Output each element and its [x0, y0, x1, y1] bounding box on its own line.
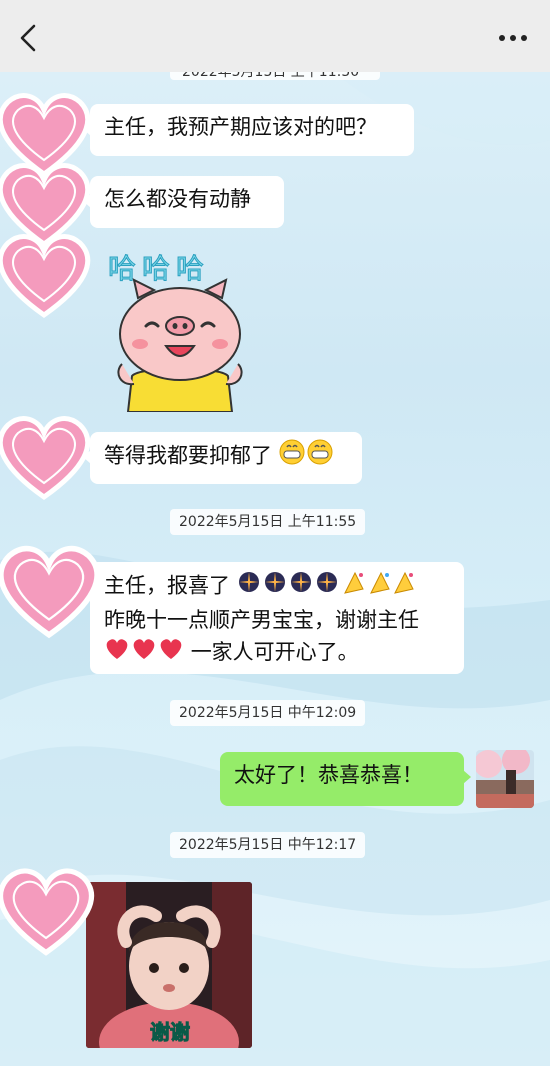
grin-emoji-icon — [279, 439, 335, 474]
message-text: 主任，我预产期应该对的吧？ — [104, 115, 377, 139]
more-dots-icon[interactable] — [496, 26, 530, 50]
timestamp: 2022年5月15日 中午12:09 — [170, 700, 366, 726]
message-line: 一家人可开心了。 — [104, 636, 450, 670]
heart-avatar[interactable] — [0, 540, 104, 644]
baby-photo[interactable]: 谢谢 — [86, 882, 252, 1048]
self-avatar[interactable] — [476, 750, 534, 808]
photo-caption: 谢谢 — [150, 1020, 191, 1045]
message-bubble[interactable]: 怎么都没有动静 — [83, 176, 284, 228]
timestamp-text: 2022年5月15日 中午12:17 — [179, 837, 357, 853]
timestamp-text: 2022年5月15日 中午12:09 — [179, 705, 357, 721]
message-bubble[interactable]: 等得我都要抑郁了 — [83, 432, 362, 484]
chevron-left-icon[interactable] — [14, 22, 42, 54]
message-text: 一家人可开心了。 — [190, 640, 359, 664]
timestamp: 2022年5月15日 中午12:17 — [170, 832, 366, 858]
pig-sticker[interactable]: 哈哈哈 — [100, 246, 260, 412]
message-bubble[interactable]: 主任，报喜了 昨晚十一点顺产男宝宝，谢谢主任 一家人可开心了。 — [83, 562, 464, 674]
message-text: 主任，报喜了 — [104, 573, 230, 598]
chat-header — [0, 0, 550, 72]
heart-avatar[interactable] — [0, 410, 94, 506]
heart-avatar[interactable] — [0, 862, 98, 962]
message-line: 主任，报喜了 — [104, 569, 450, 604]
message-text: 怎么都没有动静 — [104, 187, 251, 211]
red-hearts-emoji-icon — [104, 637, 184, 670]
message-text: 昨晚十一点顺产男宝宝，谢谢主任 — [104, 608, 419, 632]
timestamp: 2022年5月15日 上午11:55 — [170, 509, 366, 535]
sticker-text: 哈哈哈 — [108, 252, 210, 285]
message-text: 太好了！恭喜恭喜！ — [234, 763, 423, 787]
message-line: 昨晚十一点顺产男宝宝，谢谢主任 — [104, 604, 450, 636]
fireworks-emoji-icon — [237, 569, 417, 604]
message-text: 等得我都要抑郁了 — [104, 443, 272, 468]
message-bubble[interactable]: 主任，我预产期应该对的吧？ — [83, 104, 414, 156]
heart-avatar[interactable] — [0, 228, 94, 324]
timestamp-text: 2022年5月15日 上午11:55 — [179, 514, 357, 530]
message-bubble-self[interactable]: 太好了！恭喜恭喜！ — [220, 752, 471, 806]
